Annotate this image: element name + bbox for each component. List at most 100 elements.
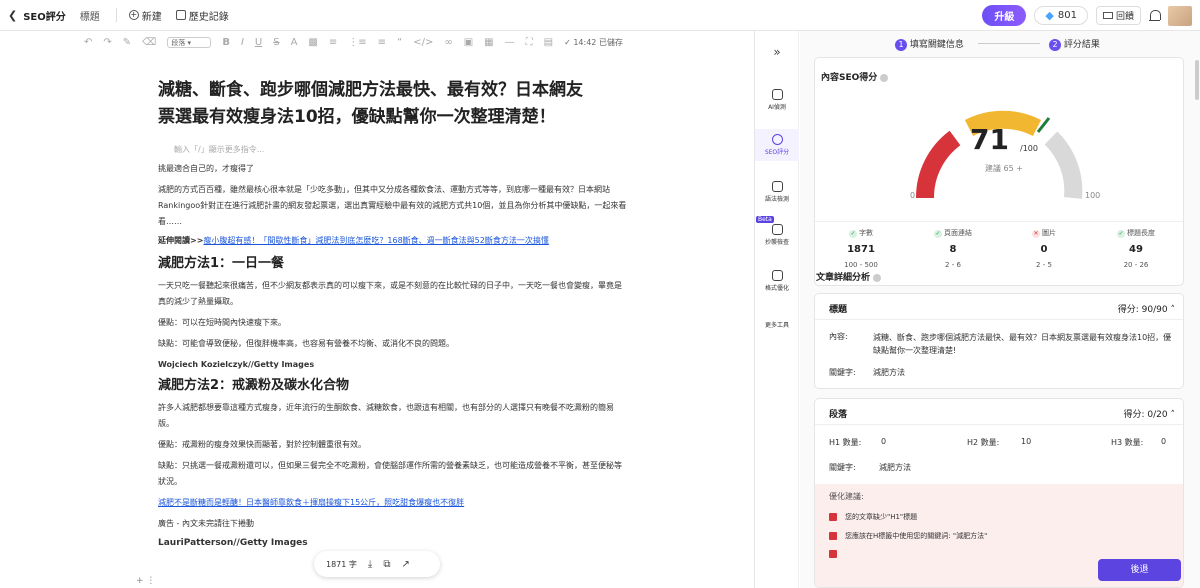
stat-value: 8 <box>949 244 957 255</box>
drag-handle-icon[interactable]: + ⋮ <box>136 576 155 586</box>
paragraph[interactable]: 許多人減肥都想要靠這種方式瘦身，近年流行的生酮飲食、減糖飲食，也跟這有相關，也有… <box>158 400 628 432</box>
section-heading[interactable]: 減肥方法1：一日一餐 <box>158 253 628 275</box>
info-icon[interactable] <box>880 73 889 82</box>
h3-count-value: 0 <box>1161 437 1167 446</box>
stat-value: 49 <box>1129 244 1143 255</box>
download-icon[interactable]: ⤓ <box>368 559 372 570</box>
diamond-icon: ◆ <box>1045 9 1054 22</box>
image-credit[interactable]: LauriPatterson//Getty Images <box>158 535 628 551</box>
title-card-score[interactable]: 得分: 90/90 ˄ <box>1118 302 1175 315</box>
panel-scrollbar[interactable] <box>1195 60 1199 100</box>
new-button[interactable]: + 新建 <box>128 8 162 23</box>
undo-icon[interactable]: ↶ <box>84 37 92 48</box>
quote-icon[interactable]: “ <box>397 37 402 48</box>
divider <box>815 319 1183 320</box>
gauge-max: 100 <box>1085 191 1101 200</box>
table-icon[interactable]: ▦ <box>484 37 493 48</box>
extended-reading-prefix: 延伸閱讀>> <box>158 236 204 245</box>
numbered-list-icon[interactable]: ≡ <box>378 37 386 48</box>
step-2[interactable]: 2 評分結果 <box>1049 37 1100 51</box>
paragraph[interactable]: 缺點：可能會導致便秘，但復胖機率高，也容易有營養不均衡、或消化不良的問題。 <box>158 336 628 352</box>
back-button[interactable]: 後退 <box>1098 559 1181 581</box>
document[interactable]: 減糖、斷食、跑步哪個減肥方法最快、最有效？日本網友票選最有效瘦身法10招，優缺點… <box>158 53 628 551</box>
sidebar-item-grammar[interactable]: 語法檢測 <box>755 178 799 206</box>
divider-icon[interactable]: — <box>505 37 515 48</box>
seo-score-icon <box>771 134 783 145</box>
paragraph[interactable]: 優點：可以在短時間內快速瘦下來。 <box>158 315 628 331</box>
highlight-icon[interactable]: ▩ <box>308 37 317 48</box>
paragraph[interactable]: 挑最適合自己的，才瘦得了 <box>158 161 628 177</box>
suggestion-item: 您的文章缺少"H1"標題 <box>829 512 917 522</box>
strikethrough-icon[interactable]: S <box>273 37 279 48</box>
ad-note: 廣告 - 內文未完請往下捲動 <box>158 519 254 528</box>
floating-word-count-bar: 1871 字 ⤓ ⧉ ↗ <box>314 551 440 577</box>
avatar[interactable] <box>1168 5 1192 26</box>
article-link[interactable]: 減肥不是斷糖而是輕醣！日本醫師靠飲食＋揮扇操瘦下15公斤，照吃甜食爆瘦也不復胖 <box>158 495 628 511</box>
extended-reading[interactable]: 延伸閱讀>>瘦小腹超有感！「間歇性斷食」減肥法到底怎麼吃？168斷食、週一斷食法… <box>158 233 628 249</box>
link-icon[interactable]: ∞ <box>444 37 452 48</box>
suggestion-item: 您應該在H標籤中使用您的關鍵詞: "減肥方法" <box>829 531 987 541</box>
command-placeholder[interactable]: 輸入「/」顯示更多指令... <box>174 144 628 155</box>
chevron-up-icon[interactable]: ˄ <box>1171 410 1176 420</box>
fullscreen-icon[interactable]: ⛶ <box>526 37 533 48</box>
title-content-label: 內容: <box>829 332 848 341</box>
sidebar-item-label: 格式優化 <box>764 285 789 292</box>
step-connector <box>978 43 1040 44</box>
points-badge[interactable]: ◆ 801 <box>1034 6 1088 25</box>
sidebar-item-ai-detect[interactable]: AI偵測 <box>755 86 799 114</box>
align-icon[interactable]: ≡ <box>329 37 337 48</box>
step-label: 填寫關鍵信息 <box>909 40 964 50</box>
editor-area[interactable]: 減糖、斷食、跑步哪個減肥方法最快、最有效？日本網友票選最有效瘦身法10招，優缺點… <box>0 53 754 588</box>
bullet-list-icon[interactable]: ⋮≡ <box>348 37 366 48</box>
article-title[interactable]: 減糖、斷食、跑步哪個減肥方法最快、最有效？日本網友票選最有效瘦身法10招，優缺點… <box>158 77 598 131</box>
warning-icon <box>829 532 837 540</box>
paragraph[interactable]: 減肥的方式百百種，雖然最核心很本就是「少吃多動」，但其中又分成各種飲食法、運動方… <box>158 182 628 230</box>
seo-score-label[interactable]: SEO評分 <box>23 8 66 23</box>
redo-icon[interactable]: ↷ <box>103 37 111 48</box>
word-count: 1871 字 <box>326 559 357 569</box>
sidebar-item-seo-score[interactable]: SEO評分 <box>755 129 799 161</box>
section-heading[interactable]: 減肥方法2：戒澱粉及碳水化合物 <box>158 375 628 397</box>
feedback-button[interactable]: 回饋 <box>1095 6 1141 25</box>
format-painter-icon[interactable]: ✎ <box>123 37 131 48</box>
score-card: 內容SEO得分 71 /100 建議 65 + 0 100 ✓ 字數 1871 100… <box>814 57 1184 286</box>
check-icon: ✓ <box>849 230 857 238</box>
text-color-icon[interactable]: A <box>291 37 298 48</box>
history-button[interactable]: 歷史記錄 <box>175 8 229 23</box>
step-1[interactable]: 1 填寫關鍵信息 <box>895 37 964 51</box>
code-icon[interactable]: </> <box>413 37 433 48</box>
share-icon[interactable]: ↗ <box>401 559 409 570</box>
extended-reading-link[interactable]: 瘦小腹超有感！「間歇性斷食」減肥法到底怎麼吃？168斷食、週一斷食法與52斷食方… <box>203 236 548 245</box>
copy-icon[interactable]: ⧉ <box>383 559 390 570</box>
paragraph[interactable]: 一天只吃一餐聽起來很痛苦，但不少網友都表示真的可以瘦下來，或是不刻意的在比較忙碌… <box>158 278 628 310</box>
paragraph[interactable]: 優點：戒澱粉的瘦身效果快而顯著，對於控制體重很有效。 <box>158 437 628 453</box>
sidebar-item-more-tools[interactable]: 更多工具 <box>755 320 799 329</box>
image-credit[interactable]: Wojciech Kozielczyk//Getty Images <box>158 357 628 373</box>
underline-icon[interactable]: U <box>255 37 262 48</box>
bold-icon[interactable]: B <box>222 37 230 48</box>
stat-page-links: ✓ 頁面連結 8 2 - 6 <box>918 228 988 269</box>
collapse-icon[interactable]: » <box>755 45 799 59</box>
para-card-score[interactable]: 得分: 0/20 ˄ <box>1124 407 1175 420</box>
stat-range: 20 - 26 <box>1123 261 1149 269</box>
back-icon[interactable]: ❮ <box>8 9 17 22</box>
title-content-value: 減糖、斷食、跑步哪個減肥方法最快、最有效？日本網友票選最有效瘦身法10招，優缺點… <box>873 333 1172 355</box>
save-icon[interactable]: ▤ <box>544 37 553 48</box>
sidebar-item-plagiarism[interactable]: Beta 抄襲檢查 <box>755 216 799 249</box>
image-icon[interactable]: ▣ <box>464 37 473 48</box>
upgrade-button[interactable]: 升級 <box>982 5 1027 26</box>
eraser-icon[interactable]: ⌫ <box>142 37 156 48</box>
history-label: 歷史記錄 <box>188 11 229 23</box>
title-card-score-text: 得分: 90/90 <box>1117 305 1168 315</box>
italic-icon[interactable]: I <box>241 37 244 48</box>
paragraph[interactable]: 缺點：只挑選一餐戒澱粉還可以，但如果三餐完全不吃澱粉，會使腦部運作所需的營養素缺… <box>158 458 628 490</box>
bell-icon[interactable] <box>1149 10 1161 21</box>
title-keyword-label: 關鍵字: <box>829 368 856 377</box>
title-label[interactable]: 標題 <box>80 8 100 23</box>
sidebar-item-format[interactable]: 格式優化 <box>755 267 799 295</box>
plagiarism-icon <box>771 224 783 235</box>
points-value: 801 <box>1057 10 1077 21</box>
paragraph-select[interactable]: 段落 ▾ <box>167 36 212 48</box>
info-icon[interactable] <box>873 273 882 282</box>
chevron-up-icon[interactable]: ˄ <box>1171 305 1176 315</box>
